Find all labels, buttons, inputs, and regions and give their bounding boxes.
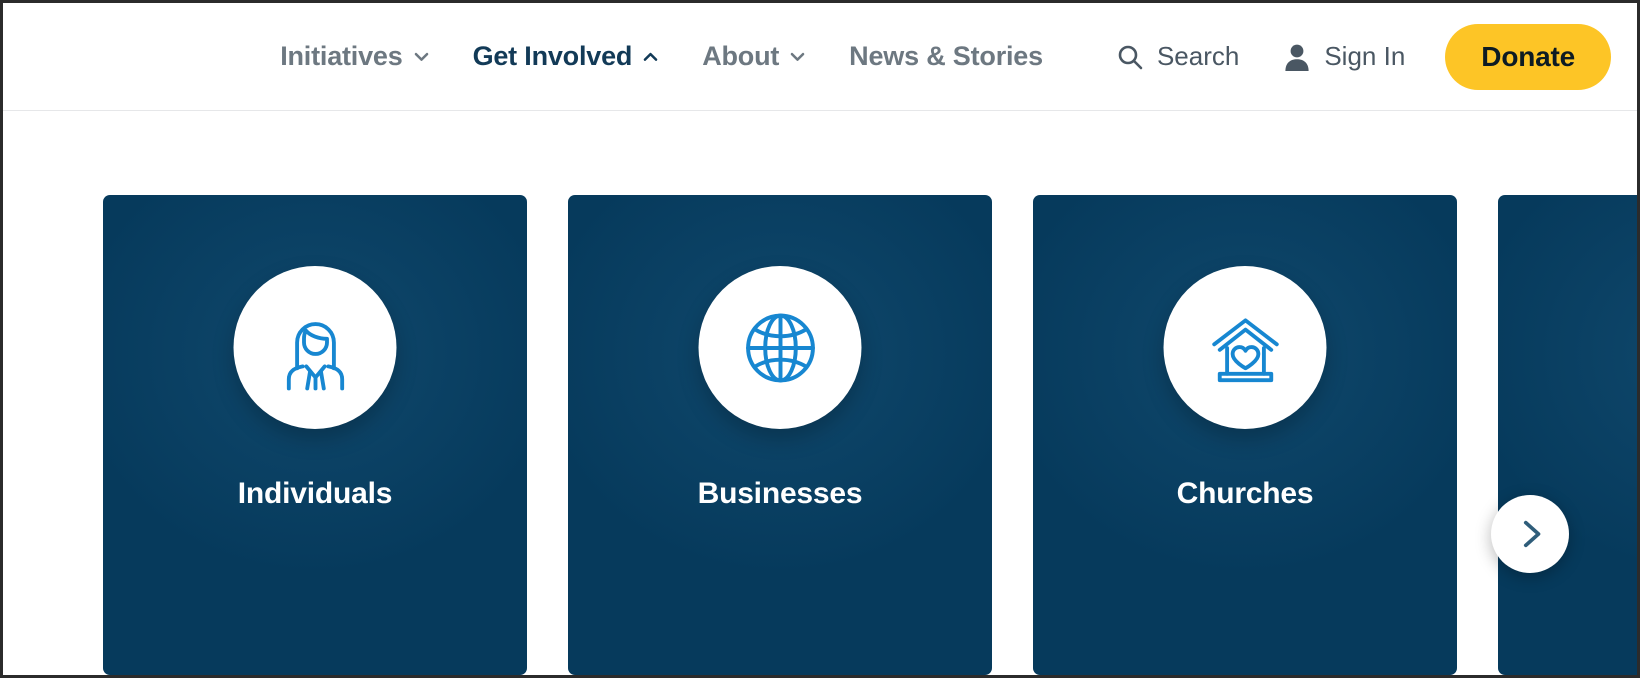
- globe-icon: [698, 266, 862, 429]
- card-next-partial[interactable]: [1498, 195, 1637, 675]
- church-home-heart-icon: [1163, 266, 1327, 429]
- site-header: Initiatives Get Involved About News & St…: [3, 3, 1637, 111]
- nav-item-news-and-stories[interactable]: News & Stories: [828, 41, 1064, 72]
- get-involved-carousel: Individuals Businesses Churches: [3, 112, 1637, 675]
- chevron-down-icon: [788, 47, 807, 66]
- card-title: Individuals: [237, 477, 393, 510]
- user-icon: [1283, 42, 1311, 72]
- search-icon: [1116, 43, 1144, 71]
- card-title: Businesses: [697, 477, 863, 510]
- nav-item-label: Initiatives: [280, 41, 403, 71]
- sign-in-label: Sign In: [1324, 41, 1406, 71]
- nav-item-label: Get Involved: [472, 41, 633, 71]
- card-businesses[interactable]: Businesses: [568, 195, 992, 675]
- sign-in-button[interactable]: Sign In: [1261, 41, 1427, 72]
- donate-button[interactable]: Donate: [1445, 23, 1611, 90]
- carousel-next-button[interactable]: [1491, 495, 1569, 573]
- card-individuals[interactable]: Individuals: [103, 195, 527, 675]
- carousel-track: Individuals Businesses Churches: [103, 195, 1637, 675]
- card-title: Churches: [1176, 477, 1314, 510]
- primary-navigation: Initiatives Get Involved About News & St…: [259, 41, 1064, 72]
- nav-item-about[interactable]: About: [681, 41, 828, 72]
- card-churches[interactable]: Churches: [1033, 195, 1457, 675]
- search-button[interactable]: Search: [1094, 41, 1261, 72]
- nav-item-label: About: [702, 41, 780, 71]
- nav-item-label: News & Stories: [849, 41, 1043, 71]
- utility-navigation: Search Sign In Donate: [1094, 23, 1611, 90]
- browser-viewport: Initiatives Get Involved About News & St…: [0, 0, 1640, 678]
- person-icon: [233, 266, 397, 429]
- chevron-down-icon: [412, 47, 431, 66]
- chevron-up-icon: [641, 47, 660, 66]
- search-label: Search: [1156, 41, 1240, 71]
- nav-item-initiatives[interactable]: Initiatives: [259, 41, 451, 72]
- chevron-right-icon: [1513, 517, 1547, 551]
- nav-item-get-involved[interactable]: Get Involved: [452, 41, 682, 72]
